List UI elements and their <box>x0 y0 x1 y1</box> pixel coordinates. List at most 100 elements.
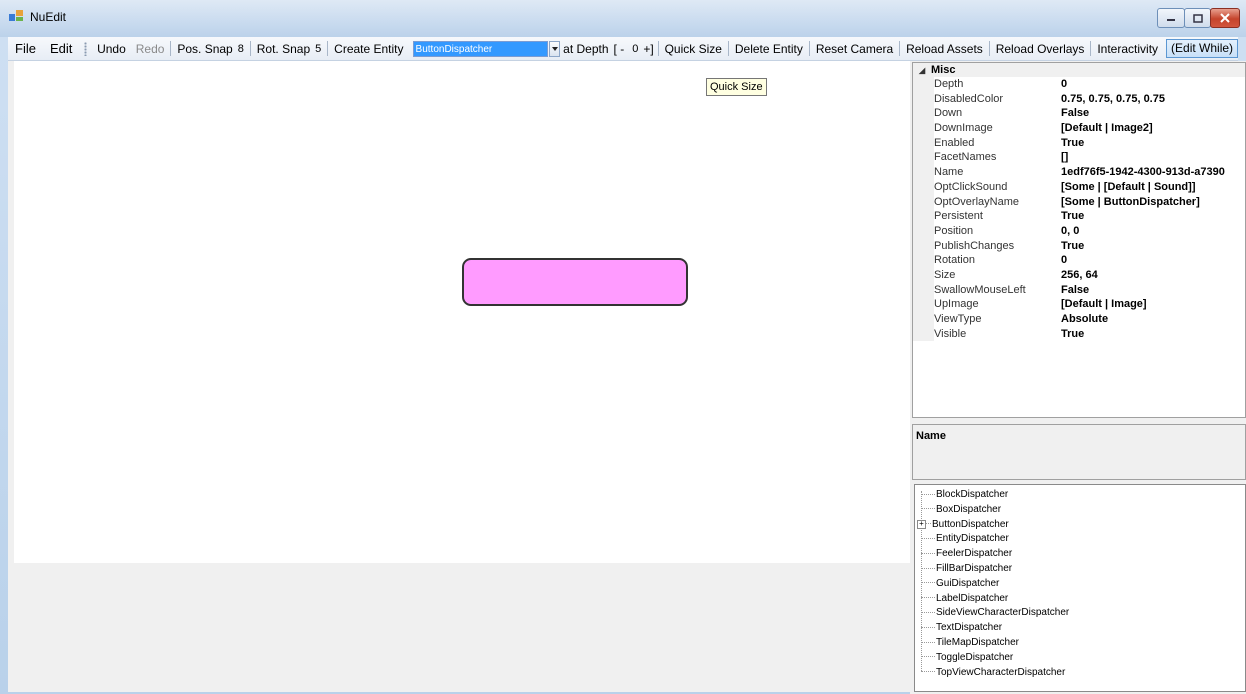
property-value[interactable]: True <box>1061 209 1084 224</box>
property-value[interactable]: False <box>1061 283 1089 298</box>
property-value[interactable]: [Default | Image2] <box>1061 121 1153 136</box>
property-row[interactable]: Size 256, 64 <box>913 267 1245 283</box>
property-row-gutter <box>913 282 934 298</box>
tree-item[interactable]: FillBarDispatcher <box>915 561 1012 576</box>
property-row[interactable]: PublishChanges True <box>913 238 1245 254</box>
property-value[interactable]: [Default | Image] <box>1061 297 1147 312</box>
undo-button[interactable]: Undo <box>92 40 131 58</box>
tree-item-label: FillBarDispatcher <box>936 563 1013 574</box>
pos-snap-input[interactable]: 8 <box>236 43 249 55</box>
property-row-gutter <box>913 253 934 268</box>
property-value[interactable]: 0.75, 0.75, 0.75, 0.75 <box>1061 92 1165 107</box>
tree-item-label: EntityDispatcher <box>936 533 1009 545</box>
edit-while-toggle[interactable]: (Edit While) <box>1166 39 1239 58</box>
tree-item[interactable]: GuiDispatcher <box>915 576 999 591</box>
button-entity[interactable] <box>462 258 688 306</box>
property-row-gutter <box>913 326 934 342</box>
property-value[interactable]: 256, 64 <box>1061 268 1098 283</box>
property-value[interactable]: Absolute <box>1061 312 1108 327</box>
property-row[interactable]: FacetNames [] <box>913 150 1245 166</box>
property-row[interactable]: Down False <box>913 106 1245 122</box>
property-value[interactable]: [] <box>1061 150 1068 165</box>
close-button[interactable] <box>1210 8 1240 28</box>
property-row-gutter <box>913 267 934 283</box>
reset-camera-button[interactable]: Reset Camera <box>811 40 898 58</box>
property-row[interactable]: Rotation 0 <box>913 253 1245 268</box>
property-value[interactable]: 1edf76f5-1942-4300-913d-a7390 <box>1061 165 1225 180</box>
property-row[interactable]: SwallowMouseLeft False <box>913 282 1245 298</box>
entity-type-select[interactable]: ButtonDispatcher <box>412 40 549 57</box>
property-value[interactable]: True <box>1061 136 1084 151</box>
property-name: FacetNames <box>934 151 997 164</box>
depth-increment-button[interactable]: +] <box>643 42 656 56</box>
tree-item[interactable]: EntityDispatcher <box>915 531 1009 546</box>
collapse-triangle-icon[interactable]: ◢ <box>919 66 931 75</box>
property-row[interactable]: OptOverlayName [Some | ButtonDispatcher] <box>913 194 1245 210</box>
property-row[interactable]: UpImage [Default | Image] <box>913 297 1245 312</box>
property-value[interactable]: [Some | [Default | Sound]] <box>1061 180 1195 195</box>
file-menu[interactable]: File <box>8 41 43 56</box>
property-name: OptOverlayName <box>934 195 1019 208</box>
tree-connector <box>926 523 931 525</box>
property-value[interactable]: 0 <box>1061 253 1067 268</box>
toolbar-grip[interactable] <box>84 41 88 56</box>
tree-item[interactable]: SideViewCharacterDispatcher <box>915 605 1069 620</box>
property-value[interactable]: 0, 0 <box>1061 224 1079 239</box>
property-row[interactable]: Persistent True <box>913 209 1245 224</box>
property-value[interactable]: True <box>1061 327 1084 342</box>
property-row[interactable]: DisabledColor 0.75, 0.75, 0.75, 0.75 <box>913 91 1245 107</box>
property-value[interactable]: 0 <box>1061 77 1067 92</box>
tree-item[interactable]: TextDispatcher <box>915 620 1002 635</box>
tree-item[interactable]: BoxDispatcher <box>915 502 1001 517</box>
editor-canvas[interactable] <box>14 61 910 563</box>
redo-button[interactable]: Redo <box>131 40 170 58</box>
property-row[interactable]: Position 0, 0 <box>913 223 1245 239</box>
property-value[interactable]: [Some | ButtonDispatcher] <box>1061 195 1200 210</box>
property-row[interactable]: ViewType Absolute <box>913 312 1245 327</box>
expand-plus-icon[interactable]: + <box>917 519 926 529</box>
property-row[interactable]: Enabled True <box>913 135 1245 151</box>
tree-connector <box>921 641 935 644</box>
tree-item[interactable]: ToggleDispatcher <box>915 650 1013 665</box>
tree-item[interactable]: TileMapDispatcher <box>915 635 1019 650</box>
property-row[interactable]: Name 1edf76f5-1942-4300-913d-a7390 <box>913 165 1245 180</box>
tree-item[interactable]: TopViewCharacterDispatcher <box>915 665 1065 680</box>
property-value[interactable]: False <box>1061 106 1089 121</box>
interactivity-button[interactable]: Interactivity <box>1092 40 1163 58</box>
create-entity-button[interactable]: Create Entity <box>329 40 408 58</box>
quick-size-button[interactable]: Quick Size <box>660 40 727 58</box>
maximize-icon <box>1192 13 1203 23</box>
depth-decrement-button[interactable]: [ - <box>609 42 628 56</box>
property-rows: Depth 0 DisabledColor 0.75, 0.75, 0.75, 0.7… <box>913 77 1245 342</box>
toolbar-separator <box>808 41 810 56</box>
minimize-button[interactable] <box>1157 8 1185 28</box>
property-row[interactable]: DownImage [Default | Image2] <box>913 121 1245 136</box>
rot-snap-input[interactable]: 5 <box>313 43 326 55</box>
property-row[interactable]: OptClickSound [Some | [Default | Sound]] <box>913 179 1245 195</box>
delete-entity-button[interactable]: Delete Entity <box>730 40 808 58</box>
property-category-misc[interactable]: ◢ Misc <box>913 63 1245 77</box>
reload-overlays-button[interactable]: Reload Overlays <box>991 40 1090 58</box>
tree-item[interactable]: BlockDispatcher <box>915 487 1008 502</box>
tree-item[interactable]: LabelDispatcher <box>915 591 1008 606</box>
edit-menu[interactable]: Edit <box>43 41 79 56</box>
toolbar-separator <box>170 41 172 56</box>
dispatcher-tree[interactable]: BlockDispatcher BoxDispatcher + ButtonDispa… <box>914 484 1246 692</box>
tree-item-label: GuiDispatcher <box>936 577 1000 589</box>
maximize-button[interactable] <box>1184 8 1211 28</box>
property-row[interactable]: Visible True <box>913 326 1245 342</box>
chevron-down-icon <box>551 46 558 51</box>
toolbar-separator <box>899 41 901 56</box>
property-grid[interactable]: ◢ Misc Depth 0 DisabledColor 0.75, 0.75, 0.… <box>912 62 1246 418</box>
reload-assets-button[interactable]: Reload Assets <box>901 40 988 58</box>
tree-item[interactable]: FeelerDispatcher <box>915 546 1012 561</box>
entity-type-dropdown-button[interactable] <box>549 40 561 57</box>
depth-input[interactable]: 0 <box>627 43 643 55</box>
title-bar[interactable]: NuEdit <box>0 0 1246 37</box>
tree-item[interactable]: + ButtonDispatcher <box>915 517 1009 532</box>
property-value[interactable]: True <box>1061 239 1084 254</box>
property-description-pane: Name <box>912 424 1246 480</box>
property-row[interactable]: Depth 0 <box>913 77 1245 92</box>
property-name: Down <box>934 107 963 120</box>
property-row-gutter <box>913 121 934 136</box>
